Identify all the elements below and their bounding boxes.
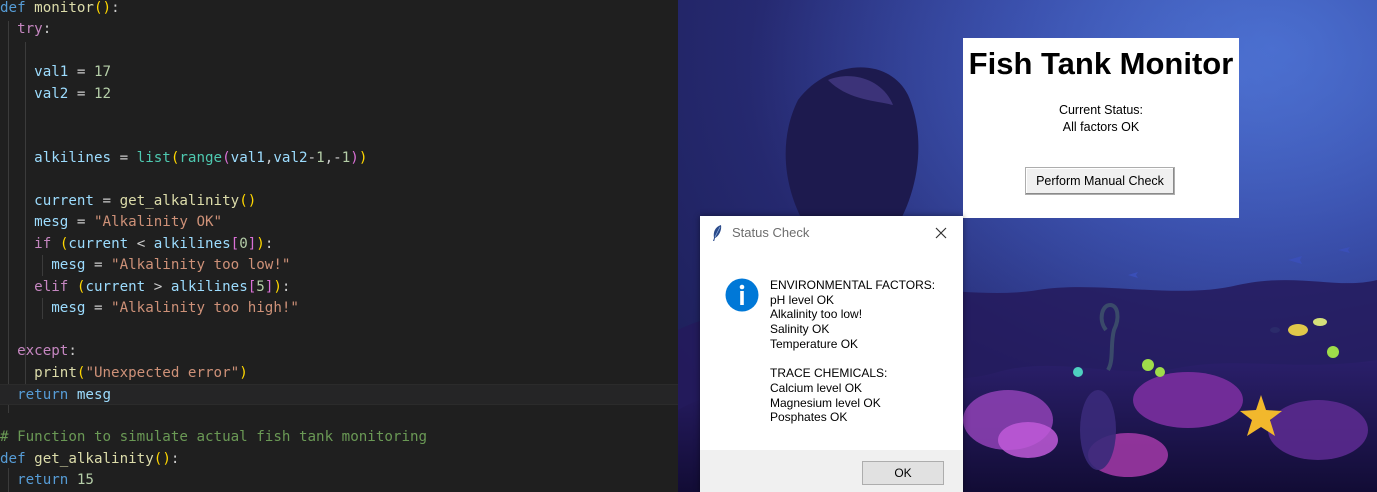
code-line: def get_alkalinity(): bbox=[0, 451, 180, 467]
feather-icon bbox=[713, 225, 722, 241]
message-line bbox=[770, 351, 935, 366]
fish-tank-monitor-window: Fish Tank Monitor Current Status: All fa… bbox=[963, 38, 1239, 218]
status-value: All factors OK bbox=[1062, 120, 1140, 134]
message-line: pH level OK bbox=[770, 292, 835, 307]
info-icon bbox=[725, 278, 759, 312]
ok-button[interactable]: OK bbox=[862, 461, 944, 485]
code-editor[interactable]: def monitor(): try: val1 = 17 val2 = 12 … bbox=[0, 0, 678, 492]
app-title: Fish Tank Monitor bbox=[968, 46, 1234, 81]
status-heading: Current Status: bbox=[1058, 103, 1144, 117]
code-line: current = get_alkalinity() bbox=[34, 193, 257, 209]
message-line: Calcium level OK bbox=[770, 380, 863, 395]
close-icon[interactable] bbox=[934, 226, 948, 240]
dialog-titlebar[interactable]: Status Check bbox=[700, 216, 963, 250]
code-line: mesg = "Alkalinity OK" bbox=[34, 214, 223, 230]
dialog-message: ENVIRONMENTAL FACTORS: pH level OK Alkal… bbox=[770, 278, 935, 425]
code-line-current: return mesg bbox=[0, 384, 678, 405]
dialog-title: Status Check bbox=[732, 225, 810, 240]
code-line: val1 = 17 bbox=[34, 64, 112, 80]
code-line: # Function to simulate actual fish tank … bbox=[0, 429, 428, 445]
message-line: Posphates OK bbox=[770, 410, 848, 425]
message-line: Alkalinity too low! bbox=[770, 307, 863, 322]
code-line: mesg = "Alkalinity too low!" bbox=[51, 257, 291, 273]
code-line: return 15 bbox=[17, 472, 94, 488]
code-line: mesg = "Alkalinity too high!" bbox=[51, 300, 299, 316]
message-line: Salinity OK bbox=[770, 322, 830, 337]
status-check-dialog: Status Check ENVIRONMENTAL FACTORS: pH l… bbox=[700, 216, 963, 492]
code-line: val2 = 12 bbox=[34, 86, 112, 102]
code-line: print("Unexpected error") bbox=[34, 365, 248, 381]
code-line: if (current < alkilines[0]): bbox=[34, 236, 274, 252]
code-line: try: bbox=[17, 21, 52, 37]
code-line: elif (current > alkilines[5]): bbox=[34, 279, 291, 295]
perform-manual-check-button[interactable]: Perform Manual Check bbox=[1025, 167, 1175, 195]
message-line: ENVIRONMENTAL FACTORS: bbox=[770, 278, 936, 292]
message-line: Magnesium level OK bbox=[770, 395, 881, 410]
code-line: except: bbox=[17, 343, 77, 359]
message-line: TRACE CHEMICALS: bbox=[770, 366, 888, 381]
code-line: def monitor(): bbox=[0, 0, 120, 16]
message-line: Temperature OK bbox=[770, 336, 859, 351]
code-line: alkilines = list(range(val1,val2-1,-1)) bbox=[34, 150, 368, 166]
dialog-footer: OK bbox=[700, 450, 963, 492]
